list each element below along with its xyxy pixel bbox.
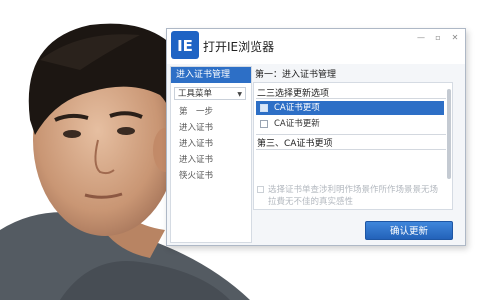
description-label: 选择证书单查涉利明作场景作所作场景景无场拉費无不佳的真实感性 <box>268 185 439 207</box>
sidebar-item[interactable]: 进入证书 <box>179 137 213 149</box>
options-panel: 二三选择更新选项 CA证书更项 CA证书更新 第三、CA证书更项 选择证书单查涉… <box>253 82 453 210</box>
checkbox[interactable] <box>257 186 264 193</box>
option-ca-cert-item[interactable]: CA证书更项 <box>256 101 444 115</box>
tools-menu-label: 工具菜单 <box>178 89 213 99</box>
checkbox[interactable] <box>260 120 268 128</box>
section-three-label: 第三、CA证书更项 <box>257 139 333 149</box>
sidebar-item[interactable]: 筷火证书 <box>179 169 213 181</box>
scrollbar[interactable] <box>447 89 451 179</box>
sidebar-item[interactable]: 进入证书 <box>179 153 213 165</box>
restore-icon[interactable]: ▫ <box>432 33 444 43</box>
sidebar-item[interactable]: 进入证书 <box>179 121 213 133</box>
checkbox[interactable] <box>260 104 268 112</box>
window-title: 打开IE浏览器 <box>203 40 275 54</box>
option-ca-cert-update[interactable]: CA证书更新 <box>256 117 444 131</box>
minimize-icon[interactable]: — <box>415 33 427 43</box>
confirm-update-button[interactable]: 确认更新 <box>365 221 453 240</box>
chevron-down-icon: ▼ <box>237 91 242 98</box>
divider <box>256 134 446 135</box>
option-label: CA证书更项 <box>274 103 320 113</box>
option-label: CA证书更新 <box>274 119 320 129</box>
svg-text:IE: IE <box>177 37 193 55</box>
sidebar-header[interactable]: 进入证书管理 <box>171 67 251 83</box>
sidebar: 进入证书管理 工具菜单 ▼ 第 一步 进入证书 进入证书 进入证书 筷火证书 <box>170 66 252 243</box>
close-icon[interactable]: ✕ <box>449 33 461 43</box>
sidebar-item[interactable]: 第 一步 <box>179 105 213 117</box>
divider <box>256 98 446 99</box>
tools-menu-dropdown[interactable]: 工具菜单 ▼ <box>174 87 246 100</box>
ie-dialog-window: IE 打开IE浏览器 — ▫ ✕ 进入证书管理 工具菜单 ▼ 第 一步 进入证书… <box>166 28 466 246</box>
ie-logo-icon: IE <box>171 31 199 59</box>
divider <box>256 149 446 150</box>
title-bar: IE 打开IE浏览器 — ▫ ✕ <box>167 29 465 64</box>
step-title: 第一：进入证书管理 <box>255 70 337 80</box>
